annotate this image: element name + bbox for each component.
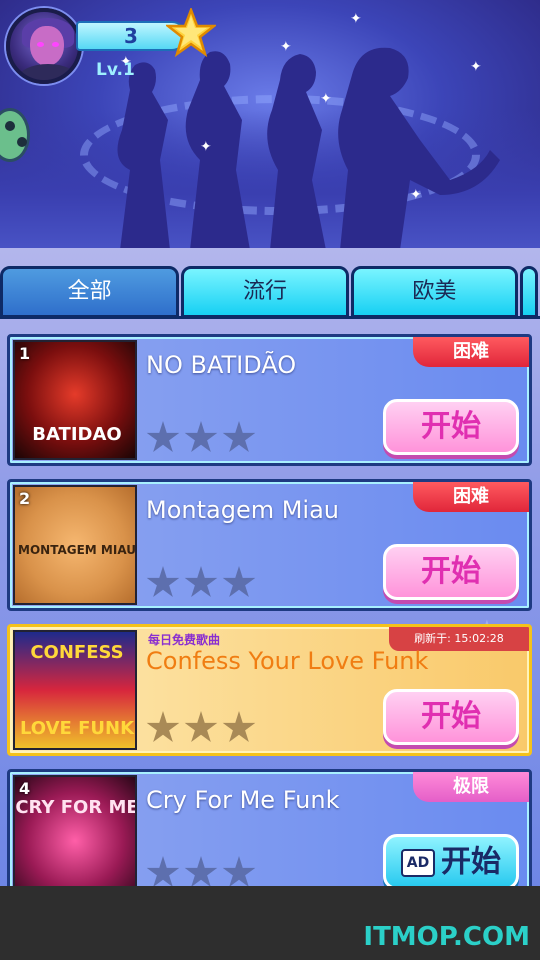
- song-rating: [146, 421, 256, 455]
- rating-star-icon: [146, 566, 180, 597]
- cover-art-text: MONTAGEM MIAU: [18, 543, 136, 557]
- start-button[interactable]: 开始: [383, 689, 519, 745]
- level-label: Lv.1: [96, 60, 135, 80]
- rating-star-icon: [184, 856, 218, 887]
- cover-art-text: LOVE FUNK: [19, 718, 135, 739]
- song-cover: CRY FOR ME 4: [13, 775, 137, 888]
- song-rank: 1: [19, 344, 31, 363]
- difficulty-badge: 困难: [413, 482, 529, 512]
- sparkle-icon: ✦: [280, 39, 292, 55]
- sparkle-icon: ✦: [350, 11, 362, 27]
- daily-free-label: 每日免费歌曲: [148, 633, 221, 647]
- tab-more[interactable]: [520, 266, 538, 318]
- header-banner: ✦ ✦ ✦ ✦ ✦ ✦ ✦ 3 Lv.1: [0, 0, 540, 248]
- song-rating: [146, 856, 256, 888]
- song-cover: BATIDAO 1: [13, 340, 137, 460]
- avatar[interactable]: [6, 8, 82, 84]
- start-button[interactable]: 开始: [383, 399, 519, 455]
- song-rating: [146, 566, 256, 600]
- song-title: Montagem Miau: [146, 496, 340, 524]
- daily-free-song-card[interactable]: CONFESS LOVE FUNK 每日免费歌曲 刷新于: 15:02:28 C…: [7, 624, 532, 756]
- tab-pop[interactable]: 流行: [181, 266, 349, 318]
- difficulty-badge: 困难: [413, 337, 529, 367]
- rating-star-icon: [222, 566, 256, 597]
- song-list-panel: ★ ★ ★ 全部 流行 欧美 BATIDAO 1 NO BATIDÃO 困难 开…: [0, 248, 540, 888]
- rating-star-icon: [146, 856, 180, 887]
- song-card[interactable]: CRY FOR ME 4 Cry For Me Funk 极限 AD 开始: [7, 769, 532, 888]
- sparkle-icon: ✦: [470, 59, 482, 75]
- player-profile[interactable]: 3 Lv.1: [6, 8, 216, 88]
- rating-star-icon: [184, 421, 218, 452]
- sparkle-icon: ✦: [410, 187, 422, 203]
- song-rating: [146, 711, 256, 745]
- cover-art-text: BATIDAO: [32, 424, 122, 445]
- rating-star-icon: [184, 711, 218, 742]
- sparkle-icon: ✦: [320, 91, 332, 107]
- song-card[interactable]: MONTAGEM MIAU 2 Montagem Miau 困难 开始: [7, 479, 532, 611]
- tabs-divider: [0, 316, 540, 319]
- bottom-bar: ITMOP.COM: [0, 886, 540, 960]
- song-rank: 4: [19, 779, 31, 798]
- rating-star-icon: [184, 566, 218, 597]
- cover-art-text: CONFESS: [30, 642, 124, 663]
- rating-star-icon: [146, 421, 180, 452]
- start-button-label: 开始: [441, 844, 501, 880]
- tab-western[interactable]: 欧美: [350, 266, 519, 318]
- rating-star-icon: [222, 711, 256, 742]
- watermark: ITMOP.COM: [363, 922, 530, 952]
- song-card[interactable]: BATIDAO 1 NO BATIDÃO 困难 开始: [7, 334, 532, 466]
- sparkle-icon: ✦: [200, 139, 212, 155]
- star-icon: [166, 8, 216, 58]
- cover-art-text: CRY FOR ME: [15, 797, 137, 818]
- rating-star-icon: [146, 711, 180, 742]
- song-cover: MONTAGEM MIAU 2: [13, 485, 137, 605]
- category-tabs: 全部 流行 欧美: [0, 266, 540, 318]
- start-button[interactable]: 开始: [383, 544, 519, 600]
- song-title: NO BATIDÃO: [146, 351, 297, 379]
- ad-icon: AD: [401, 848, 435, 877]
- rating-star-icon: [222, 421, 256, 452]
- tab-all[interactable]: 全部: [0, 266, 180, 318]
- difficulty-badge: 极限: [413, 772, 529, 802]
- ad-start-button[interactable]: AD 开始: [383, 834, 519, 888]
- rating-star-icon: [222, 856, 256, 887]
- song-title: Confess Your Love Funk: [146, 647, 429, 675]
- song-rank: 2: [19, 489, 31, 508]
- song-cover: CONFESS LOVE FUNK: [13, 630, 137, 750]
- song-title: Cry For Me Funk: [146, 786, 340, 814]
